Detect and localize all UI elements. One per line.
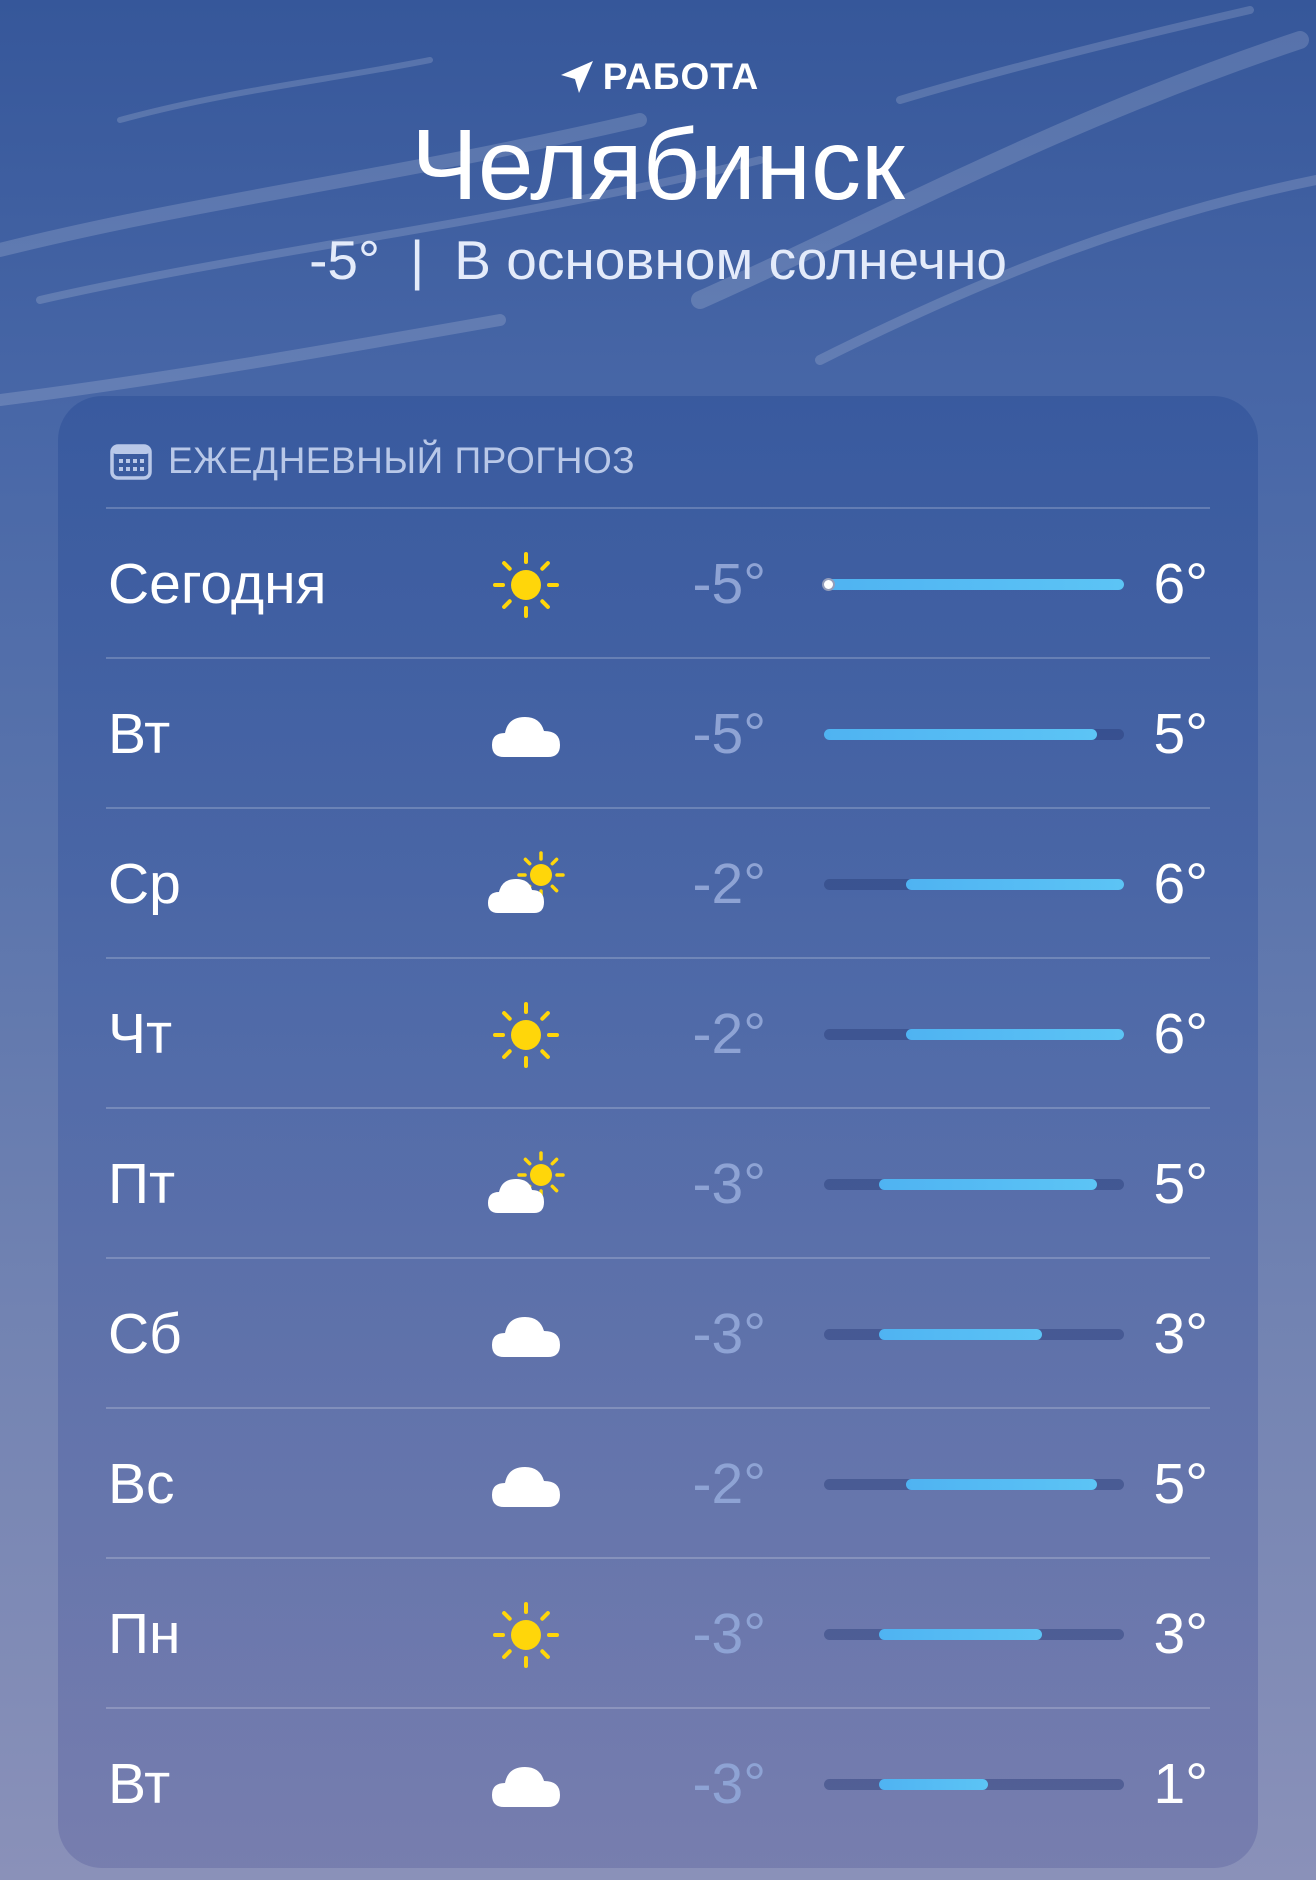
forecast-row[interactable]: Ср -2° 6° <box>106 807 1210 957</box>
location-label: РАБОТА <box>602 56 760 97</box>
temperature-range-bar <box>824 729 1124 740</box>
location-arrow-icon <box>557 57 597 97</box>
low-temperature: -2° <box>692 852 766 916</box>
temperature-range-bar <box>824 1629 1124 1640</box>
current-temperature: -5° <box>309 229 380 291</box>
high-temperature: 3° <box>1153 1602 1209 1666</box>
high-temperature: 5° <box>1153 1152 1209 1216</box>
low-temperature: -3° <box>692 1152 766 1216</box>
forecast-row[interactable]: Сб -3° 3° <box>106 1257 1210 1407</box>
high-temperature: 6° <box>1153 852 1209 916</box>
partly-cloudy-icon <box>486 845 566 925</box>
day-label: Пт <box>108 1152 176 1216</box>
city-name: Челябинск <box>411 109 905 221</box>
low-temperature: -5° <box>692 552 766 616</box>
forecast-row[interactable]: Сегодня -5° 6° <box>106 507 1210 657</box>
temperature-range-fill <box>878 1629 1043 1640</box>
high-temperature: 6° <box>1153 552 1209 616</box>
calendar-icon <box>110 442 152 480</box>
temperature-range-bar <box>824 1029 1124 1040</box>
current-temperature-dot <box>822 578 835 591</box>
sun-icon <box>486 995 566 1075</box>
forecast-list: Сегодня -5° 6° Вт -5° 5° Ср -2° 6° Чт -2° 6° Пт -3° 5°… <box>106 507 1210 1857</box>
high-temperature: 6° <box>1153 1002 1209 1066</box>
low-temperature: -2° <box>692 1002 766 1066</box>
forecast-row[interactable]: Вс -2° 5° <box>106 1407 1210 1557</box>
high-temperature: 5° <box>1153 702 1209 766</box>
forecast-row[interactable]: Вт -3° 1° <box>106 1707 1210 1857</box>
temperature-range-fill <box>824 729 1097 740</box>
forecast-header: ЕЖЕДНЕВНЫЙ ПРОГНОЗ <box>110 426 635 496</box>
forecast-row[interactable]: Пт -3° 5° <box>106 1107 1210 1257</box>
forecast-title: ЕЖЕДНЕВНЫЙ ПРОГНОЗ <box>168 440 636 481</box>
temperature-range-bar <box>824 1329 1124 1340</box>
temperature-range-bar <box>824 1179 1124 1190</box>
high-temperature: 1° <box>1153 1752 1209 1816</box>
temperature-range-fill <box>905 879 1124 890</box>
high-temperature: 5° <box>1153 1452 1209 1516</box>
low-temperature: -3° <box>692 1302 766 1366</box>
cloud-icon <box>486 1445 566 1525</box>
day-label: Ср <box>108 852 181 916</box>
sun-icon <box>486 1595 566 1675</box>
temperature-range-bar <box>824 1779 1124 1790</box>
low-temperature: -3° <box>692 1752 766 1816</box>
day-label: Вт <box>108 702 171 766</box>
temperature-range-fill <box>878 1179 1097 1190</box>
forecast-row[interactable]: Вт -5° 5° <box>106 657 1210 807</box>
forecast-row[interactable]: Пн -3° 3° <box>106 1557 1210 1707</box>
temperature-range-fill <box>878 1779 988 1790</box>
day-label: Чт <box>108 1002 173 1066</box>
separator: | <box>409 229 425 291</box>
high-temperature: 3° <box>1153 1302 1209 1366</box>
current-conditions: -5° | В основном солнечно <box>0 228 1316 292</box>
low-temperature: -5° <box>692 702 766 766</box>
cloud-icon <box>486 695 566 775</box>
day-label: Вс <box>108 1452 175 1516</box>
partly-cloudy-icon <box>486 1145 566 1225</box>
low-temperature: -2° <box>692 1452 766 1516</box>
day-label: Сегодня <box>108 552 327 616</box>
temperature-range-bar <box>824 879 1124 890</box>
sun-icon <box>486 545 566 625</box>
temperature-range-fill <box>878 1329 1043 1340</box>
temperature-range-fill <box>905 1479 1097 1490</box>
forecast-row[interactable]: Чт -2° 6° <box>106 957 1210 1107</box>
temperature-range-fill <box>905 1029 1124 1040</box>
location-row: РАБОТА <box>0 56 1316 98</box>
temperature-range-fill <box>824 579 1124 590</box>
temperature-range-bar <box>824 1479 1124 1490</box>
day-label: Вт <box>108 1752 171 1816</box>
daily-forecast-card[interactable]: ЕЖЕДНЕВНЫЙ ПРОГНОЗ Сегодня -5° 6° Вт -5° 5° Ср… <box>58 396 1258 1868</box>
cloud-icon <box>486 1295 566 1375</box>
day-label: Сб <box>108 1302 182 1366</box>
low-temperature: -3° <box>692 1602 766 1666</box>
temperature-range-bar <box>822 578 1124 591</box>
condition-text: В основном солнечно <box>454 229 1007 291</box>
cloud-icon <box>486 1745 566 1825</box>
day-label: Пн <box>108 1602 181 1666</box>
